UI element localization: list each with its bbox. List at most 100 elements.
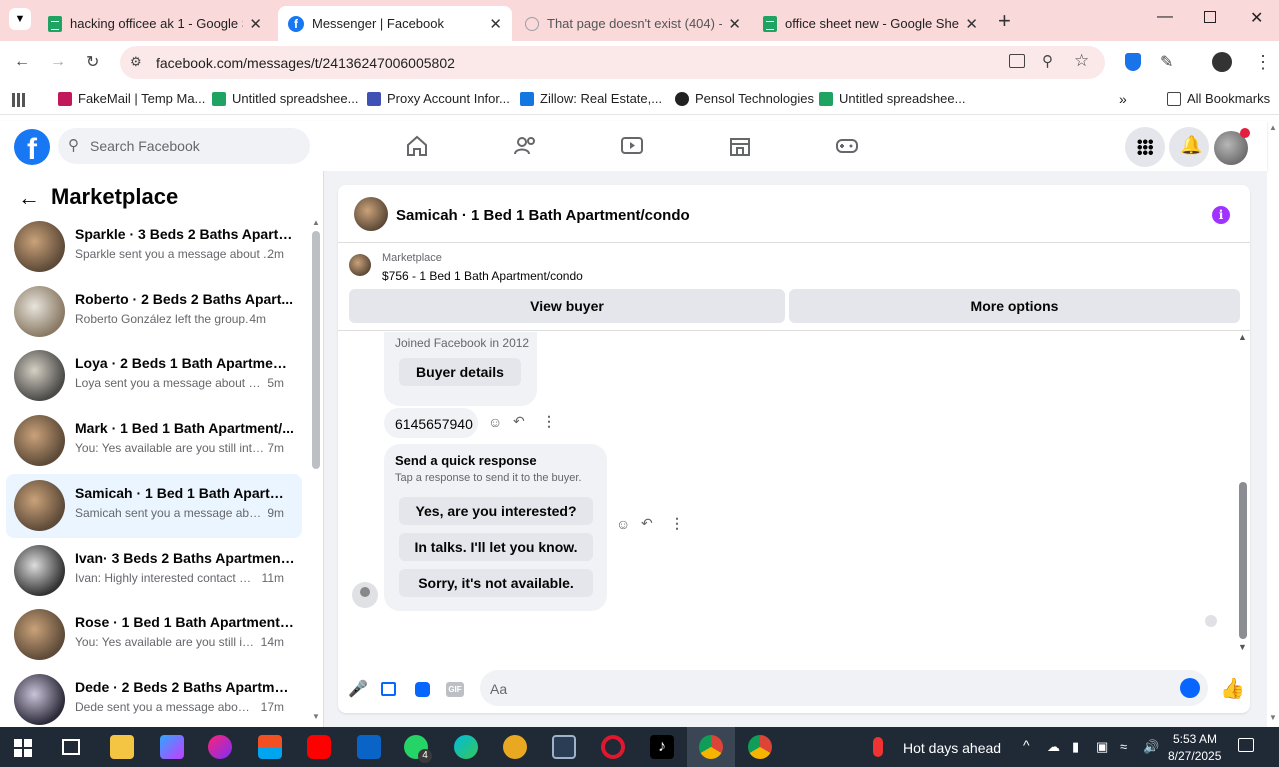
quick-reply-interested[interactable]: Yes, are you interested? bbox=[399, 497, 593, 525]
wifi-icon[interactable]: ≈ bbox=[1120, 739, 1127, 754]
weather-icon[interactable] bbox=[873, 737, 883, 757]
video-icon[interactable] bbox=[619, 133, 645, 159]
tab-404[interactable]: That page doesn't exist (404) - ✕ bbox=[515, 6, 751, 41]
microsoft-store-icon[interactable] bbox=[258, 735, 282, 759]
close-window-icon[interactable]: ✕ bbox=[1250, 8, 1263, 28]
sidebar-scrollbar[interactable] bbox=[312, 231, 320, 469]
buyer-details-button[interactable]: Buyer details bbox=[399, 358, 521, 386]
listing-thumbnail[interactable] bbox=[349, 254, 371, 276]
more-actions-icon[interactable]: ⋮ bbox=[670, 515, 684, 532]
menu-grid-button[interactable] bbox=[1125, 127, 1165, 167]
outlook-icon[interactable] bbox=[357, 735, 381, 759]
page-scroll-up-icon[interactable]: ▲ bbox=[1269, 123, 1277, 132]
message-input[interactable]: Aa bbox=[480, 670, 1208, 706]
sticker-icon[interactable] bbox=[415, 682, 430, 697]
reload-icon[interactable]: ↻ bbox=[86, 52, 99, 72]
conversation-item[interactable]: Roberto · 2 Beds 2 Baths Apart... Roberto… bbox=[6, 280, 302, 344]
bookmark-item[interactable]: Pensol Technologies bbox=[675, 91, 814, 106]
app-icon[interactable] bbox=[208, 735, 232, 759]
task-view-icon[interactable] bbox=[62, 739, 80, 755]
notification-center-icon[interactable] bbox=[1238, 738, 1254, 752]
address-bar[interactable]: ⚙ facebook.com/messages/t/24136247006005… bbox=[120, 46, 1105, 79]
bookmark-star-icon[interactable]: ☆ bbox=[1074, 51, 1089, 71]
facebook-logo[interactable]: f bbox=[14, 129, 50, 166]
install-app-icon[interactable] bbox=[1009, 54, 1025, 68]
tab-search-icon[interactable]: ▼ bbox=[9, 8, 31, 30]
photo-icon[interactable] bbox=[381, 682, 396, 696]
facebook-search-input[interactable]: ⚲ Search Facebook bbox=[58, 128, 310, 164]
restore-icon[interactable] bbox=[1204, 11, 1216, 23]
bookmark-item[interactable]: Zillow: Real Estate,... bbox=[520, 91, 662, 106]
home-icon[interactable] bbox=[404, 133, 430, 159]
chrome-menu-icon[interactable]: ⋮ bbox=[1254, 52, 1272, 73]
meet-icon[interactable]: ▣ bbox=[1096, 739, 1108, 755]
forward-icon[interactable]: → bbox=[50, 53, 66, 71]
battery-icon[interactable]: ▮ bbox=[1072, 739, 1079, 755]
tray-chevron-icon[interactable]: ^ bbox=[1023, 737, 1030, 753]
close-tab-icon[interactable]: ✕ bbox=[489, 15, 502, 33]
gaming-icon[interactable] bbox=[834, 133, 860, 159]
close-tab-icon[interactable]: ✕ bbox=[728, 15, 741, 33]
conversation-item[interactable]: Dede · 2 Beds 2 Baths Apartmen... Dede se… bbox=[6, 668, 302, 732]
youtube-icon[interactable] bbox=[307, 735, 331, 759]
thread-scroll-down-icon[interactable]: ▼ bbox=[1238, 642, 1247, 652]
thread-scrollbar[interactable] bbox=[1239, 482, 1247, 639]
apps-grid-icon[interactable] bbox=[12, 93, 26, 107]
react-smile-icon[interactable]: ☺ bbox=[488, 414, 502, 430]
bookmark-item[interactable]: Untitled spreadshee... bbox=[819, 91, 965, 106]
page-scroll-down-icon[interactable]: ▼ bbox=[1269, 713, 1277, 722]
copilot-icon[interactable] bbox=[160, 735, 184, 759]
clock-date[interactable]: 8/27/2025 bbox=[1168, 749, 1221, 763]
account-avatar[interactable] bbox=[1214, 128, 1250, 165]
listing-title[interactable]: $756 - 1 Bed 1 Bath Apartment/condo bbox=[382, 269, 583, 283]
info-icon[interactable]: i bbox=[1212, 206, 1230, 224]
notifications-button[interactable]: 🔔 bbox=[1169, 127, 1209, 167]
bookmark-item[interactable]: Proxy Account Infor... bbox=[367, 91, 510, 106]
conversation-item[interactable]: Sparkle · 3 Beds 2 Baths Apartm... Sparkl… bbox=[6, 215, 302, 279]
more-options-button[interactable]: More options bbox=[789, 289, 1240, 323]
tab-sheets-2[interactable]: office sheet new - Google Shee ✕ bbox=[753, 6, 988, 41]
extensions-puzzle-icon[interactable]: ✎ bbox=[1160, 52, 1173, 72]
microphone-icon[interactable]: 🎤 bbox=[348, 679, 368, 699]
medal-icon[interactable] bbox=[503, 735, 527, 759]
tab-sheets-1[interactable]: hacking officee ak 1 - Google S ✕ bbox=[38, 6, 272, 41]
quick-reply-in-talks[interactable]: In talks. I'll let you know. bbox=[399, 533, 593, 561]
weather-text[interactable]: Hot days ahead bbox=[903, 740, 1001, 756]
sidebar-scroll-up-icon[interactable]: ▲ bbox=[312, 218, 320, 227]
conversation-item[interactable]: Mark · 1 Bed 1 Bath Apartment/... You: Ye… bbox=[6, 409, 302, 473]
view-buyer-button[interactable]: View buyer bbox=[349, 289, 785, 323]
close-tab-icon[interactable]: ✕ bbox=[249, 15, 262, 33]
volume-icon[interactable]: 🔊 bbox=[1143, 739, 1159, 755]
tab-messenger[interactable]: f Messenger | Facebook ✕ bbox=[278, 6, 512, 41]
edge-icon[interactable] bbox=[454, 735, 478, 759]
windows-start-icon[interactable] bbox=[14, 739, 32, 757]
gif-icon[interactable]: GIF bbox=[446, 682, 464, 697]
zoom-icon[interactable]: ⚲ bbox=[1042, 52, 1053, 70]
emoji-icon[interactable] bbox=[1180, 678, 1200, 698]
marketplace-icon[interactable] bbox=[727, 133, 753, 159]
back-arrow-icon[interactable]: ← bbox=[18, 185, 40, 211]
reply-icon[interactable]: ↶ bbox=[513, 413, 525, 430]
opera-icon[interactable] bbox=[601, 735, 625, 759]
chrome-icon[interactable] bbox=[748, 735, 772, 759]
profile-avatar[interactable] bbox=[1212, 52, 1232, 72]
thread-scroll-up-icon[interactable]: ▲ bbox=[1238, 332, 1247, 342]
chat-title[interactable]: Samicah · 1 Bed 1 Bath Apartment/condo bbox=[396, 207, 690, 224]
whatsapp-icon[interactable]: 4 bbox=[404, 735, 432, 763]
conversation-item[interactable]: Ivan· 3 Beds 2 Baths Apartment/... Ivan: … bbox=[6, 539, 302, 603]
conversation-item[interactable]: Rose · 1 Bed 1 Bath Apartment/c... You: Y… bbox=[6, 603, 302, 667]
sidebar-scroll-down-icon[interactable]: ▼ bbox=[312, 712, 320, 721]
react-smile-icon[interactable]: ☺ bbox=[616, 516, 630, 532]
more-actions-icon[interactable]: ⋮ bbox=[542, 413, 556, 430]
back-icon[interactable]: ← bbox=[14, 53, 30, 71]
friends-icon[interactable] bbox=[512, 133, 538, 159]
bookmark-item[interactable]: FakeMail | Temp Ma... bbox=[58, 91, 205, 106]
file-explorer-icon[interactable] bbox=[110, 735, 134, 759]
app-icon[interactable] bbox=[552, 735, 576, 759]
like-thumb-icon[interactable]: 👍 bbox=[1220, 676, 1245, 700]
tiktok-icon[interactable]: ♪ bbox=[650, 735, 674, 759]
chat-avatar[interactable] bbox=[354, 197, 388, 231]
close-tab-icon[interactable]: ✕ bbox=[965, 15, 978, 33]
reply-icon[interactable]: ↶ bbox=[641, 515, 653, 532]
minimize-icon[interactable]: — bbox=[1157, 8, 1173, 26]
